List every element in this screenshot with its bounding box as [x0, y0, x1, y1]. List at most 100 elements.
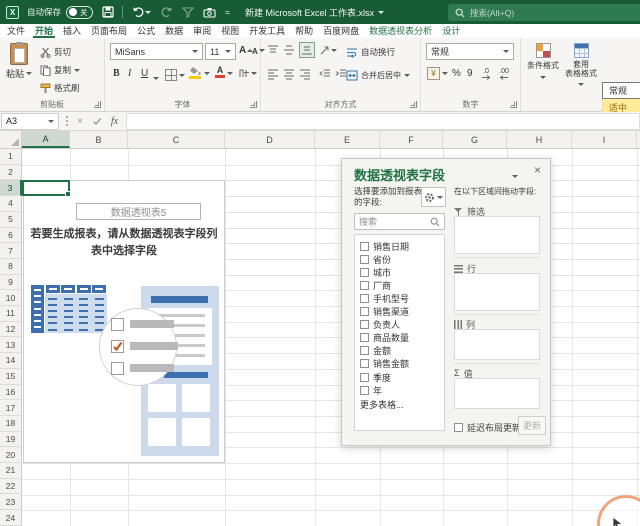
fill-color-button[interactable]: [189, 66, 201, 79]
field-item-年[interactable]: 年: [360, 384, 382, 396]
row-header-9[interactable]: 9: [0, 275, 22, 291]
field-item-省份[interactable]: 省份: [360, 253, 391, 265]
field-item-销售渠道[interactable]: 销售渠道: [360, 306, 409, 318]
number-dialog-launcher[interactable]: [510, 101, 517, 108]
row-header-16[interactable]: 16: [0, 385, 22, 401]
field-checkbox[interactable]: [360, 294, 369, 303]
field-item-手机型号[interactable]: 手机型号: [360, 292, 409, 304]
decrease-indent-button[interactable]: [319, 68, 331, 80]
row-header-22[interactable]: 22: [0, 479, 22, 495]
field-item-厂商[interactable]: 厂商: [360, 279, 391, 291]
percent-style-button[interactable]: %: [452, 68, 461, 79]
row-header-11[interactable]: 11: [0, 306, 22, 322]
area-dropzone-列[interactable]: [454, 329, 540, 360]
insert-function-icon[interactable]: fx: [111, 116, 118, 127]
row-header-14[interactable]: 14: [0, 353, 22, 369]
align-left-button[interactable]: [267, 68, 279, 80]
row-header-24[interactable]: 24: [0, 510, 22, 526]
column-header-C[interactable]: C: [128, 131, 225, 148]
align-right-button[interactable]: [299, 68, 311, 80]
area-dropzone-筛选[interactable]: [454, 216, 540, 254]
field-checkbox[interactable]: [360, 320, 369, 329]
pane-close-icon[interactable]: ×: [534, 163, 541, 177]
menu-tab-文件[interactable]: 文件: [7, 25, 25, 37]
column-header-H[interactable]: H: [507, 131, 572, 148]
menu-tab-数据透视表分析[interactable]: 数据透视表分析: [369, 25, 432, 37]
field-item-销售日期[interactable]: 销售日期: [360, 240, 409, 252]
enter-icon[interactable]: [92, 117, 102, 126]
row-header-8[interactable]: 8: [0, 259, 22, 275]
document-title[interactable]: 新建 Microsoft Excel 工作表.xlsx: [245, 6, 384, 19]
align-bottom-button[interactable]: [299, 42, 315, 58]
area-dropzone-值[interactable]: [454, 378, 540, 409]
underline-button[interactable]: U: [141, 68, 148, 79]
defer-layout-checkbox[interactable]: [454, 423, 463, 432]
row-header-21[interactable]: 21: [0, 463, 22, 479]
decrease-decimal-button[interactable]: .00: [499, 68, 509, 80]
excel-logo-icon[interactable]: X: [6, 6, 19, 19]
row-header-17[interactable]: 17: [0, 400, 22, 416]
camera-icon[interactable]: [203, 7, 216, 18]
field-checkbox[interactable]: [360, 346, 369, 355]
font-color-caret[interactable]: [227, 69, 233, 78]
row-header-6[interactable]: 6: [0, 228, 22, 244]
number-format-combo[interactable]: 常规: [426, 43, 514, 60]
tools-gear-button[interactable]: [421, 187, 446, 207]
column-header-B[interactable]: B: [70, 131, 128, 148]
cancel-icon[interactable]: ×: [77, 116, 83, 127]
row-header-19[interactable]: 19: [0, 432, 22, 448]
field-item-负责人[interactable]: 负责人: [360, 319, 400, 331]
select-all-corner[interactable]: [0, 131, 22, 148]
menu-tab-设计[interactable]: 设计: [442, 25, 460, 37]
menu-tab-数据[interactable]: 数据: [165, 25, 183, 37]
format-painter-button[interactable]: 格式刷: [40, 82, 80, 94]
fields-search-box[interactable]: [354, 213, 445, 230]
menu-tab-视图[interactable]: 视图: [221, 25, 239, 37]
cell-style-0[interactable]: 常规: [602, 82, 640, 99]
formula-input[interactable]: [126, 113, 640, 130]
alignment-dialog-launcher[interactable]: [410, 101, 417, 108]
row-header-3[interactable]: 3: [0, 180, 22, 196]
redo-icon[interactable]: [160, 6, 173, 18]
borders-button[interactable]: [165, 69, 185, 81]
name-box[interactable]: A3: [1, 113, 59, 130]
align-top-button[interactable]: [267, 44, 279, 56]
search-input[interactable]: [470, 8, 637, 18]
column-header-G[interactable]: G: [443, 131, 507, 148]
row-header-1[interactable]: 1: [0, 149, 22, 165]
font-dialog-launcher[interactable]: [250, 101, 257, 108]
field-checkbox[interactable]: [360, 281, 369, 290]
field-checkbox[interactable]: [360, 268, 369, 277]
fill-color-caret[interactable]: [204, 69, 210, 78]
conditional-formatting-button[interactable]: 条件格式: [527, 43, 559, 82]
row-header-23[interactable]: 23: [0, 494, 22, 510]
row-header-5[interactable]: 5: [0, 212, 22, 228]
menu-tab-公式[interactable]: 公式: [137, 25, 155, 37]
merge-center-button[interactable]: 合并后居中: [346, 70, 410, 81]
field-item-商品数量[interactable]: 商品数量: [360, 332, 409, 344]
search-box[interactable]: [448, 4, 640, 21]
pane-options-caret-icon[interactable]: [512, 175, 518, 181]
field-checkbox[interactable]: [360, 307, 369, 316]
align-center-button[interactable]: [283, 68, 295, 80]
column-header-E[interactable]: E: [315, 131, 380, 148]
comma-style-button[interactable]: 9: [467, 68, 473, 79]
update-button[interactable]: 更新: [518, 416, 546, 435]
save-icon[interactable]: [102, 6, 114, 18]
formula-bar-grip[interactable]: [66, 120, 68, 122]
menu-tab-插入[interactable]: 插入: [63, 25, 81, 37]
undo-icon[interactable]: [132, 6, 151, 18]
field-item-销售金额[interactable]: 销售金额: [360, 358, 409, 370]
row-header-7[interactable]: 7: [0, 243, 22, 259]
clipboard-dialog-launcher[interactable]: [94, 101, 101, 108]
field-checkbox[interactable]: [360, 242, 369, 251]
column-header-D[interactable]: D: [225, 131, 315, 148]
ribbon-display-icon[interactable]: =: [225, 7, 230, 17]
font-size-combo[interactable]: 11: [205, 43, 236, 60]
fields-search-input[interactable]: [359, 217, 428, 227]
row-header-15[interactable]: 15: [0, 369, 22, 385]
more-tables-link[interactable]: 更多表格...: [360, 398, 404, 411]
wrap-text-button[interactable]: 自动换行: [346, 46, 395, 58]
column-header-A[interactable]: A: [22, 131, 70, 148]
menu-tab-百度网盘[interactable]: 百度网盘: [323, 25, 359, 37]
